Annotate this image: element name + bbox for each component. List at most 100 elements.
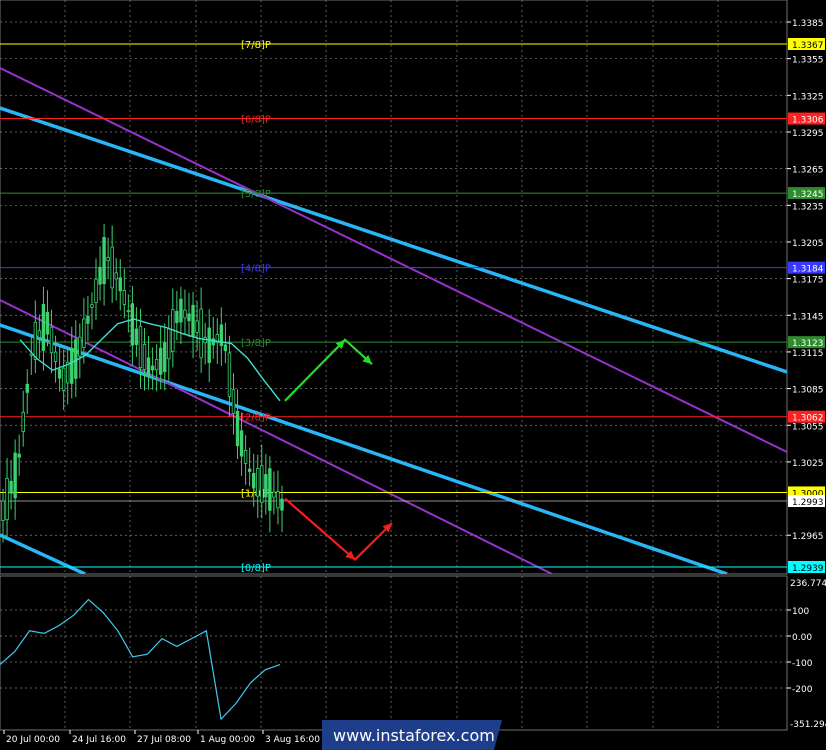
murrey-value-label: 1.2939 <box>792 564 824 574</box>
candle-body <box>114 272 118 280</box>
murrey-level-label: [3/8]P <box>241 338 271 349</box>
channel-middle-line <box>0 323 728 574</box>
candle-body <box>150 365 155 371</box>
price-axis-label: 1.3175 <box>792 276 824 286</box>
candle-body <box>167 328 171 360</box>
price-axis-label: 1.3055 <box>792 422 824 432</box>
candle-body <box>243 449 248 464</box>
candle-body <box>130 303 135 346</box>
time-axis-label: 24 Jul 16:00 <box>72 735 126 745</box>
candle-body <box>86 315 90 324</box>
candle-body <box>17 453 21 458</box>
scenario-arrow-line <box>284 338 373 402</box>
murrey-value-label: 1.3184 <box>792 265 824 275</box>
candle-body <box>175 310 179 324</box>
oscillator-axis-label: 100 <box>792 607 809 617</box>
trend-channels <box>0 67 787 574</box>
candle-body <box>154 358 159 371</box>
candle-body <box>199 308 203 359</box>
candle-body <box>98 266 102 285</box>
price-axis-label: 1.3025 <box>792 459 824 469</box>
candle-body <box>90 304 94 308</box>
chart-window: [7/8]P [6/8]P [5/8]P [4/8]P [3/8]P [2/8]P [1/8… <box>0 0 826 750</box>
murrey-level-label: [6/8]P <box>241 115 271 126</box>
price-axis-label: 1.2965 <box>792 532 824 542</box>
candle-body <box>195 320 199 333</box>
price-axis-label: 1.3325 <box>792 92 824 102</box>
candle-body <box>264 474 268 498</box>
candle-body <box>207 327 211 363</box>
murrey-value-label: 1.3367 <box>792 41 824 51</box>
oscillator-bottom-label: -351.294 <box>790 720 826 730</box>
murrey-level-label: [4/8]P <box>241 264 271 275</box>
price-axis-label: 1.3385 <box>792 19 824 29</box>
candle-body <box>5 477 9 521</box>
candle-body <box>268 468 272 511</box>
murrey-level-label: [2/8]P <box>241 413 271 424</box>
murrey-value-label: 1.3306 <box>792 116 824 126</box>
murrey-level-label: [5/8]P <box>241 189 271 200</box>
price-axis: 1.3385 1.3355 1.3325 1.3295 1.3265 1.3235 1.32… <box>787 19 824 542</box>
candle-body <box>1 500 5 521</box>
price-axis-label: 1.3205 <box>792 239 824 249</box>
oscillator-series-line <box>0 598 281 721</box>
time-axis-label: 27 Jul 08:00 <box>137 735 191 745</box>
candle-body <box>45 311 50 335</box>
price-panel-frame <box>0 0 788 575</box>
candle-body <box>239 430 244 457</box>
candle-body <box>179 298 183 323</box>
oscillator-top-label: 236.7745 <box>790 579 826 589</box>
candle-body <box>235 410 240 447</box>
candle-body <box>126 310 131 312</box>
candle-body <box>223 344 228 352</box>
candle-body <box>138 325 143 368</box>
candle-body <box>53 351 58 362</box>
murrey-value-label: 1.3245 <box>792 190 824 200</box>
murrey-value-label: 1.3062 <box>792 414 824 424</box>
scenario-arrow-line <box>284 497 393 562</box>
oscillator-axis-label: -200 <box>792 685 813 695</box>
candle-body <box>33 321 38 360</box>
time-axis: 20 Jul 00:00 24 Jul 16:00 27 Jul 08:00 1 Au… <box>3 730 320 745</box>
candle-body <box>82 318 86 348</box>
price-axis-label: 1.3265 <box>792 166 824 176</box>
candle-body <box>183 309 187 319</box>
candle-body <box>247 468 252 472</box>
channel-upper-line <box>0 106 787 374</box>
candle-body <box>41 304 46 351</box>
candle-body <box>106 257 110 262</box>
candle-body <box>122 290 127 305</box>
current-price-value: 1.2993 <box>792 498 824 508</box>
candle-body <box>49 326 54 354</box>
candle-body <box>94 278 98 303</box>
oscillator-line <box>0 598 281 721</box>
price-axis-label: 1.3355 <box>792 56 824 66</box>
price-axis-label: 1.3085 <box>792 386 824 396</box>
candle-body <box>251 472 256 489</box>
watermark-banner: www.instaforex.com <box>322 720 502 750</box>
candle-body <box>78 336 82 357</box>
watermark-text: www.instaforex.com <box>333 726 495 745</box>
murrey-value-tags: 1.33671.33061.32451.31841.31231.30621.30… <box>788 38 825 574</box>
price-axis-label: 1.3235 <box>792 202 824 212</box>
candle-body <box>57 368 62 379</box>
oscillator-axis-label: 0.00 <box>792 633 812 643</box>
candle-body <box>118 277 122 292</box>
candle-body <box>256 468 260 497</box>
candle-body <box>146 357 151 377</box>
price-axis-label: 1.3295 <box>792 129 824 139</box>
oscillator-axis: 236.7745 -351.294 100 0.00 -100 -200 <box>787 579 826 730</box>
candle-body <box>280 498 284 511</box>
candle-body <box>276 491 280 509</box>
oscillator-panel-frame <box>0 575 788 731</box>
candle-body <box>13 452 17 499</box>
candle-body <box>70 347 74 384</box>
price-axis-label: 1.3115 <box>792 349 824 359</box>
candle-body <box>163 342 167 373</box>
candle-body <box>211 338 215 346</box>
candle-body <box>272 491 276 498</box>
murrey-levels: [7/8]P[6/8]P[5/8]P[4/8]P[3/8]P[2/8]P[1/8… <box>0 40 787 574</box>
oscillator-grid <box>0 576 787 730</box>
candle-body <box>191 304 195 337</box>
murrey-value-label: 1.3123 <box>792 339 824 349</box>
